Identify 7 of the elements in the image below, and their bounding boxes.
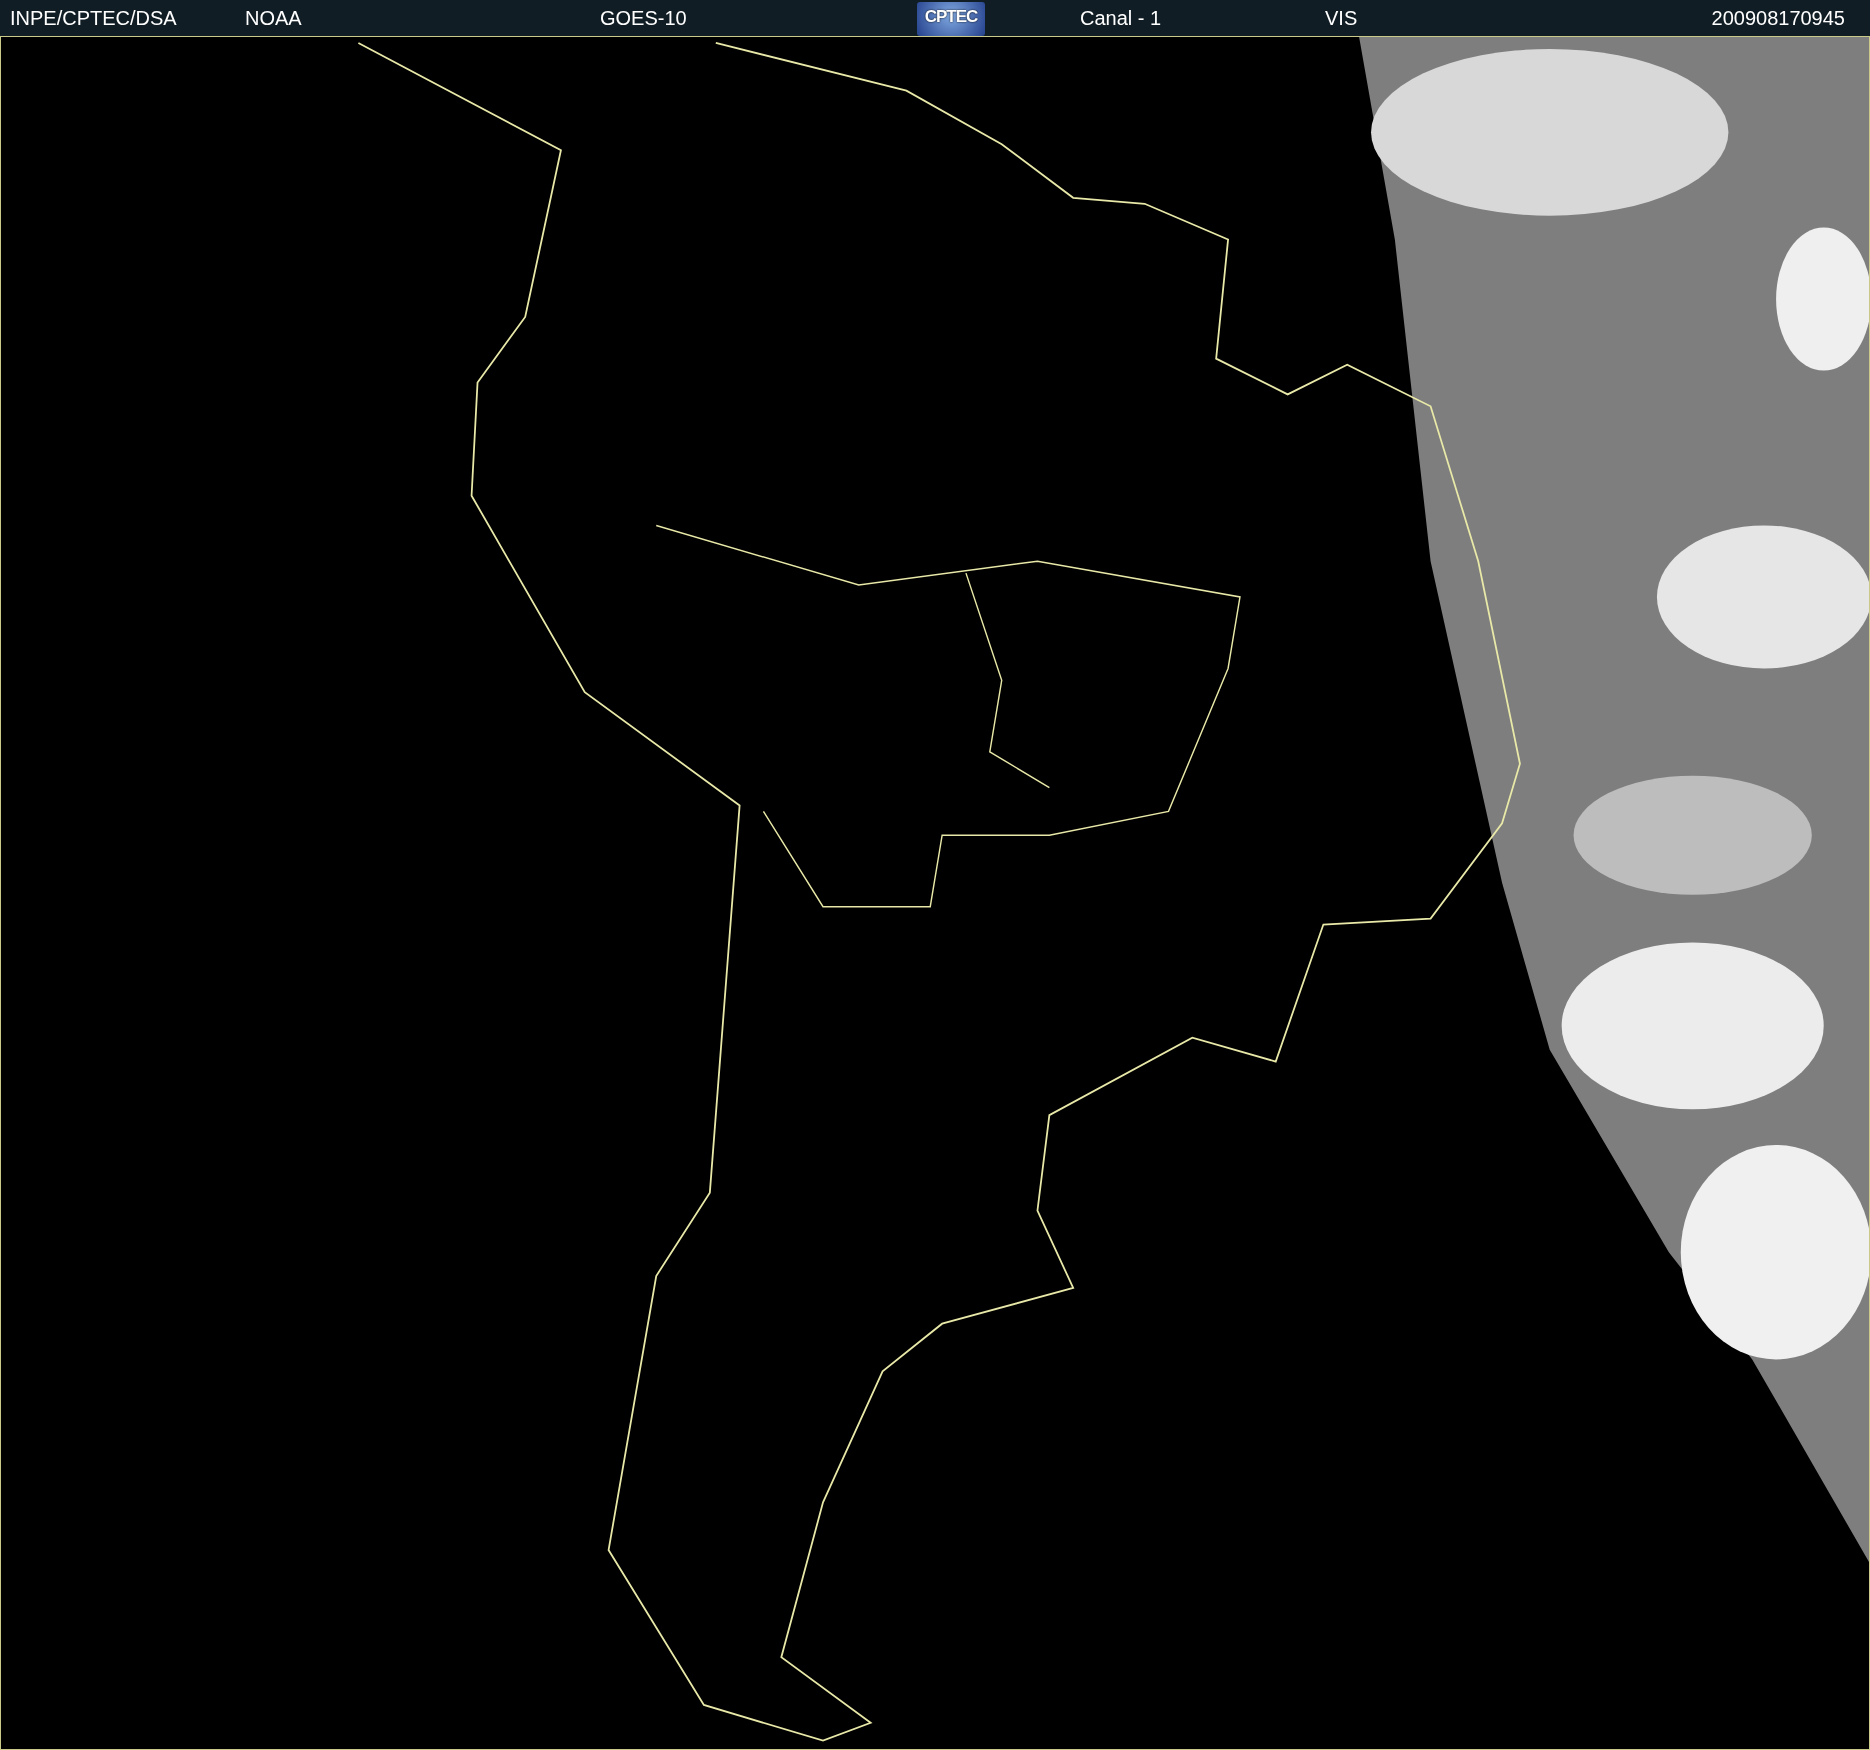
header-label: Canal - 1 <box>1080 7 1162 29</box>
header-label: NOAA <box>245 7 302 29</box>
header-label: VIS <box>1325 7 1358 29</box>
logo: CPTEC <box>917 2 985 36</box>
header-label: INPE/CPTEC/DSA <box>10 7 177 29</box>
header-label: 200908170945 <box>1711 7 1845 29</box>
header-label: GOES-10 <box>600 7 687 29</box>
